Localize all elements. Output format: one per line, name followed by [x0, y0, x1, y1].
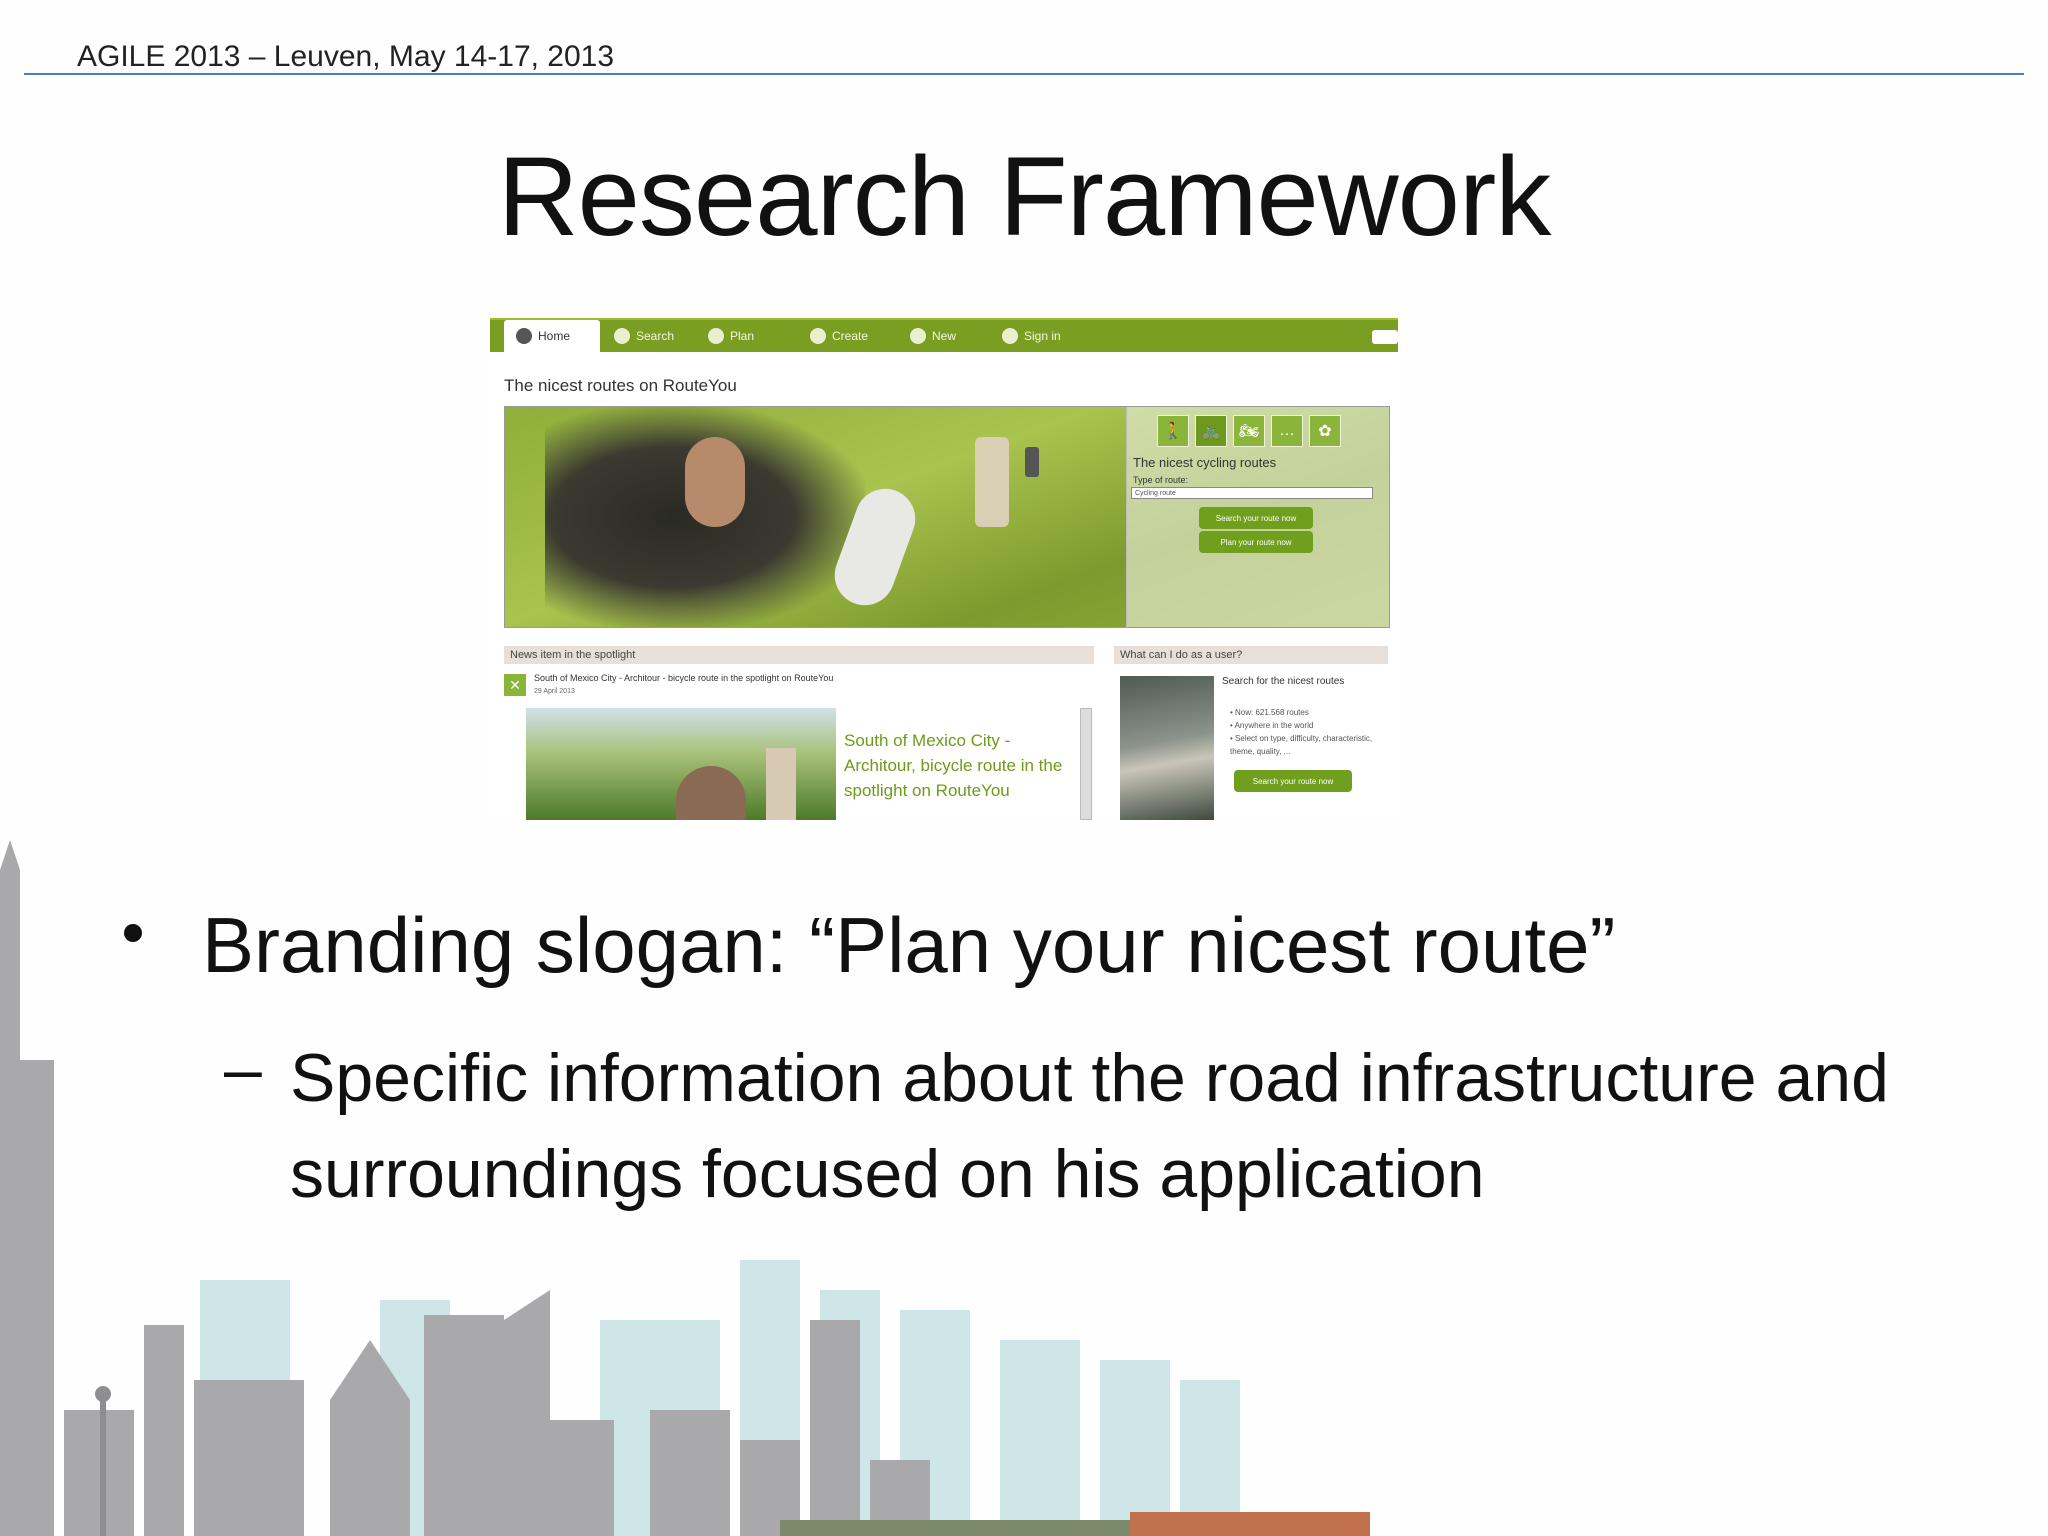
- user-section-bar: What can I do as a user?: [1114, 646, 1388, 664]
- route-mode-icons: 🚶 🚲 🏍 … ✿: [1157, 415, 1341, 447]
- nav-tab-label: Search: [636, 329, 675, 343]
- plan-route-button[interactable]: Plan your route now: [1199, 531, 1313, 553]
- search-icon: [614, 328, 630, 344]
- list-item: Anywhere in the world: [1230, 719, 1398, 732]
- list-item: Now: 621.568 routes: [1230, 706, 1398, 719]
- nav-tab-create[interactable]: Create: [810, 320, 868, 352]
- city-skyline-decoration: [0, 840, 1370, 1536]
- header-divider: [24, 73, 2024, 75]
- nav-search-box[interactable]: [1372, 330, 1398, 344]
- cycling-icon[interactable]: 🚲: [1195, 415, 1227, 447]
- globe-icon: [708, 328, 724, 344]
- user-feature-list: Now: 621.568 routes Anywhere in the worl…: [1230, 706, 1398, 758]
- nav-tab-plan[interactable]: Plan: [708, 320, 754, 352]
- nav-tab-label: New: [932, 329, 957, 343]
- pencil-icon: [810, 328, 826, 344]
- conference-header: AGILE 2013 – Leuven, May 14-17, 2013: [77, 40, 615, 73]
- user-icon: [1002, 328, 1018, 344]
- more-icon[interactable]: …: [1271, 415, 1303, 447]
- slide-title: Research Framework: [497, 134, 1552, 259]
- search-route-button[interactable]: Search your route now: [1199, 507, 1313, 529]
- motorcycle-icon[interactable]: 🏍: [1233, 415, 1265, 447]
- website-heading: The nicest routes on RouteYou: [504, 376, 737, 395]
- route-type-label: Type of route:: [1133, 475, 1189, 485]
- new-icon: [910, 328, 926, 344]
- user-section-title: Search for the nicest routes: [1222, 676, 1345, 687]
- home-icon: [516, 328, 532, 344]
- hero-photo-detail: [1025, 447, 1039, 477]
- news-date: 29 April 2013: [534, 688, 575, 695]
- nav-tab-label: Sign in: [1024, 329, 1061, 343]
- hero-banner: 🚶 🚲 🏍 … ✿ The nicest cycling routes Type…: [504, 406, 1390, 628]
- news-section-bar[interactable]: News item in the spotlight: [504, 646, 1094, 664]
- news-title-link[interactable]: South of Mexico City - Architour - bicyc…: [534, 673, 833, 683]
- nav-tab-search[interactable]: Search: [614, 320, 674, 352]
- route-type-select[interactable]: Cycling route: [1131, 487, 1373, 499]
- nav-tab-sign-in[interactable]: Sign in: [1002, 320, 1061, 352]
- nav-tab-new[interactable]: New: [910, 320, 956, 352]
- nav-tab-home[interactable]: Home: [504, 320, 601, 352]
- walking-icon[interactable]: 🚶: [1157, 415, 1189, 447]
- nav-tab-label: Home: [538, 329, 571, 343]
- routeyou-screenshot: Home Search Plan Create New Sign in The …: [490, 318, 1398, 820]
- route-icon: ✕: [504, 674, 526, 696]
- leaf-icon[interactable]: ✿: [1309, 415, 1341, 447]
- route-search-panel: 🚶 🚲 🏍 … ✿ The nicest cycling routes Type…: [1126, 407, 1389, 627]
- panel-title: The nicest cycling routes: [1133, 455, 1277, 470]
- website-navbar: Home Search Plan Create New Sign in: [490, 318, 1398, 352]
- list-item: Select on type, difficulty, characterist…: [1230, 732, 1398, 758]
- nav-tab-label: Plan: [730, 329, 755, 343]
- hero-photo-detail: [685, 437, 745, 527]
- hero-photo-detail: [975, 437, 1009, 527]
- nav-tab-label: Create: [832, 329, 869, 343]
